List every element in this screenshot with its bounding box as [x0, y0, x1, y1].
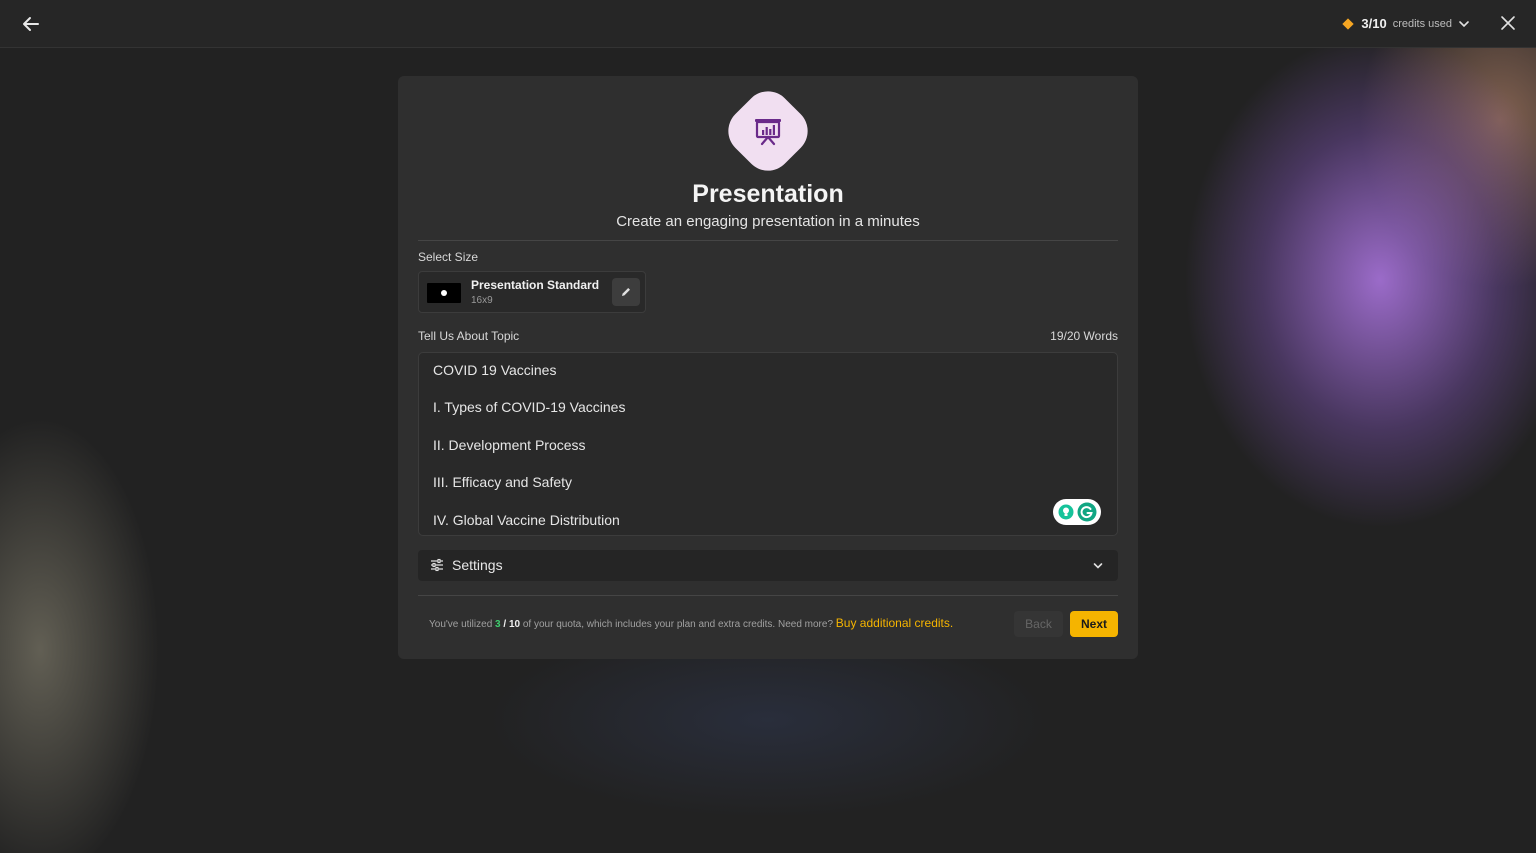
topic-line: I. Types of COVID-19 Vaccines [433, 399, 626, 415]
credits-label: credits used [1392, 17, 1452, 30]
presentation-hero-badge [718, 81, 818, 181]
credits-dropdown[interactable]: 3/10 credits used [1342, 16, 1470, 31]
presentation-board-icon [755, 119, 781, 146]
lightbulb-icon [1058, 504, 1073, 520]
quota-prefix: You've utilized [429, 619, 496, 630]
quota-separator: / [500, 619, 509, 630]
size-selector[interactable]: Presentation Standard 16x9 [418, 271, 646, 313]
grammarly-widget[interactable] [1053, 499, 1101, 525]
back-button[interactable]: Back [1014, 611, 1063, 637]
back-arrow-icon[interactable] [20, 13, 42, 35]
chevron-down-icon [1093, 563, 1103, 569]
size-name: Presentation Standard [471, 278, 600, 292]
buy-credits-link[interactable]: Buy additional credits. [836, 616, 953, 630]
settings-label: Settings [452, 557, 503, 573]
topic-line: III. Efficacy and Safety [433, 474, 573, 490]
size-thumbnail [427, 283, 461, 303]
grammarly-icon [1077, 502, 1096, 522]
next-button[interactable]: Next [1070, 611, 1118, 637]
page-subtitle: Create an engaging presentation in a min… [616, 213, 920, 230]
chevron-down-icon [1459, 20, 1469, 27]
credits-count: 3/10 [1361, 16, 1387, 31]
word-count: 19/20 Words [1050, 329, 1118, 343]
quota-total: 10 [508, 619, 521, 630]
settings-accordion[interactable]: Settings [418, 550, 1118, 581]
diamond-icon [1342, 17, 1355, 30]
divider [418, 240, 1118, 241]
quota-notice: You've utilized 3 / 10 of your quota, wh… [429, 616, 953, 630]
topic-label: Tell Us About Topic [418, 329, 520, 343]
top-bar: 3/10 credits used [0, 0, 1536, 48]
topic-line: COVID 19 Vaccines [433, 362, 557, 378]
close-icon[interactable] [1500, 15, 1516, 31]
topic-line: IV. Global Vaccine Distribution [433, 512, 620, 528]
pencil-icon [622, 288, 630, 296]
page-title: Presentation [692, 180, 844, 208]
presentation-card: Presentation Create an engaging presenta… [398, 76, 1138, 659]
topic-textarea[interactable]: COVID 19 Vaccines I. Types of COVID-19 V… [418, 352, 1118, 536]
topic-line: II. Development Process [433, 437, 586, 453]
quota-suffix: of your quota, which includes your plan … [520, 619, 836, 630]
size-ratio: 16x9 [471, 295, 493, 306]
divider [418, 595, 1118, 596]
edit-size-button[interactable] [612, 278, 640, 306]
sliders-icon [431, 558, 443, 572]
select-size-label: Select Size [418, 250, 479, 264]
